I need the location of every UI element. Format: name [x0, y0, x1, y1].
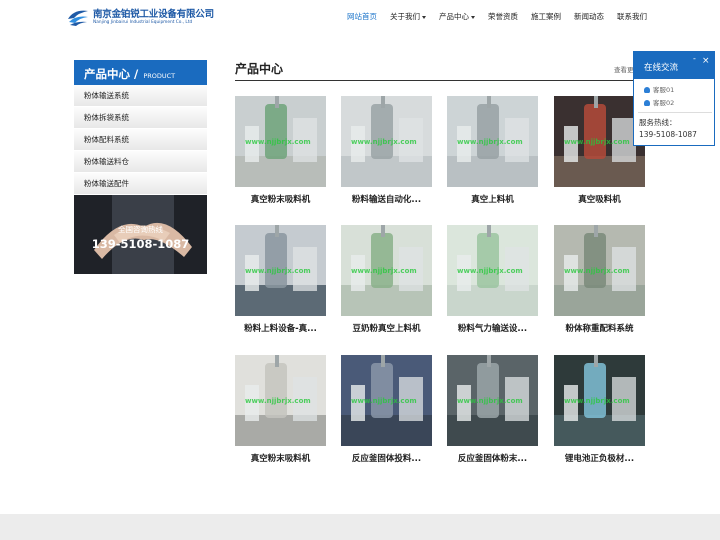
nav-item-news[interactable]: 新闻动态	[574, 11, 604, 22]
photo-watermark: www.njjbrjx.com	[351, 138, 417, 146]
product-name[interactable]: 锂电池正负极材...	[554, 452, 645, 464]
product-photo[interactable]: www.njjbrjx.com	[554, 355, 645, 446]
product-card[interactable]: www.njjbrjx.com 锂电池正负极材...	[554, 355, 645, 464]
logo-swirl-icon	[68, 10, 88, 26]
sidebar-item-conveying[interactable]: 粉体输送系统	[74, 85, 207, 107]
nav-item-home[interactable]: 网站首页	[347, 11, 377, 22]
photo-watermark: www.njjbrjx.com	[351, 397, 417, 405]
close-icon[interactable]: ×	[702, 56, 710, 66]
photo-watermark: www.njjbrjx.com	[245, 397, 311, 405]
sidebar-title: 产品中心 / PRODUCT	[74, 60, 207, 85]
product-photo[interactable]: www.njjbrjx.com	[235, 96, 326, 187]
company-logo[interactable]: 南京金铂锐工业设备有限公司 Nanjing Jinbairui Industri…	[66, 4, 216, 28]
sidebar-title-cn: 产品中心 /	[84, 67, 139, 81]
product-photo[interactable]: www.njjbrjx.com	[341, 355, 432, 446]
chat-divider	[638, 112, 712, 113]
title-divider	[235, 80, 645, 81]
photo-watermark: www.njjbrjx.com	[245, 138, 311, 146]
product-photo[interactable]: www.njjbrjx.com	[341, 225, 432, 316]
product-card[interactable]: www.njjbrjx.com 粉体称重配料系统	[554, 225, 645, 334]
product-name[interactable]: 反应釜固体投料...	[341, 452, 432, 464]
product-card[interactable]: www.njjbrjx.com 豆奶粉真空上料机	[341, 225, 432, 334]
product-name[interactable]: 粉体称重配料系统	[554, 322, 645, 334]
product-name[interactable]: 真空吸料机	[554, 193, 645, 205]
agent-icon	[644, 100, 650, 106]
product-name[interactable]: 粉料气力输送设...	[447, 322, 538, 334]
hotline-number[interactable]: 139-5108-1087	[74, 237, 207, 251]
service-hotline-label: 服务热线：	[639, 118, 677, 127]
company-name-en: Nanjing Jinbairui Industrial Equipment C…	[93, 20, 193, 25]
sidebar-item-bag-unloading[interactable]: 粉体拆袋系统	[74, 107, 207, 129]
photo-watermark: www.njjbrjx.com	[564, 138, 630, 146]
product-photo[interactable]: www.njjbrjx.com	[235, 225, 326, 316]
product-card[interactable]: www.njjbrjx.com 真空粉末吸料机	[235, 355, 326, 464]
product-photo[interactable]: www.njjbrjx.com	[447, 96, 538, 187]
service-agent-2[interactable]: 客服02	[644, 97, 674, 107]
sidebar-title-en: PRODUCT	[143, 72, 176, 80]
nav-item-products[interactable]: 产品中心	[439, 11, 475, 22]
photo-watermark: www.njjbrjx.com	[351, 267, 417, 275]
online-chat-panel: 在线交流 - × 客服01 客服02 服务热线： 139-5108-1087	[633, 51, 715, 146]
view-more-link[interactable]: 查看更多	[614, 64, 634, 74]
photo-watermark: www.njjbrjx.com	[245, 267, 311, 275]
nav-item-cases[interactable]: 施工案例	[531, 11, 561, 22]
sidebar-item-silo[interactable]: 粉体输送料仓	[74, 151, 207, 173]
service-hotline-number[interactable]: 139-5108-1087	[639, 130, 697, 139]
product-photo[interactable]: www.njjbrjx.com	[447, 225, 538, 316]
product-card[interactable]: www.njjbrjx.com 真空上料机	[447, 96, 538, 205]
product-photo[interactable]: www.njjbrjx.com	[554, 96, 645, 187]
product-card[interactable]: www.njjbrjx.com 粉料气力输送设...	[447, 225, 538, 334]
product-photo[interactable]: www.njjbrjx.com	[235, 355, 326, 446]
page-title: 产品中心	[235, 62, 284, 76]
chat-title: 在线交流	[644, 63, 679, 73]
sidebar: 产品中心 / PRODUCT 粉体输送系统 粉体拆袋系统 粉体配料系统 粉体输送…	[74, 60, 207, 274]
service-agent-1[interactable]: 客服01	[644, 84, 674, 94]
product-name[interactable]: 真空粉末吸料机	[235, 193, 326, 205]
product-name[interactable]: 反应釜固体粉末...	[447, 452, 538, 464]
photo-watermark: www.njjbrjx.com	[564, 397, 630, 405]
minimize-icon[interactable]: -	[693, 54, 696, 63]
product-photo[interactable]: www.njjbrjx.com	[554, 225, 645, 316]
company-name-cn: 南京金铂锐工业设备有限公司	[93, 9, 214, 20]
product-card[interactable]: www.njjbrjx.com 粉料输送自动化...	[341, 96, 432, 205]
product-name[interactable]: 豆奶粉真空上料机	[341, 322, 432, 334]
product-card[interactable]: www.njjbrjx.com 粉料上料设备-真...	[235, 225, 326, 334]
agent-icon	[644, 87, 650, 93]
sidebar-hotline-banner: 全国咨询热线 139-5108-1087	[74, 195, 207, 274]
chevron-down-icon	[471, 15, 475, 19]
product-name[interactable]: 真空上料机	[447, 193, 538, 205]
photo-watermark: www.njjbrjx.com	[457, 138, 523, 146]
sidebar-item-accessories[interactable]: 粉体输送配件	[74, 173, 207, 195]
sidebar-category-list: 粉体输送系统 粉体拆袋系统 粉体配料系统 粉体输送料仓 粉体输送配件	[74, 85, 207, 195]
product-photo[interactable]: www.njjbrjx.com	[447, 355, 538, 446]
nav-item-contact[interactable]: 联系我们	[617, 11, 647, 22]
footer	[0, 514, 720, 540]
product-card[interactable]: www.njjbrjx.com 真空吸料机	[554, 96, 645, 205]
product-photo[interactable]: www.njjbrjx.com	[341, 96, 432, 187]
photo-watermark: www.njjbrjx.com	[457, 267, 523, 275]
product-name[interactable]: 粉料上料设备-真...	[235, 322, 326, 334]
product-card[interactable]: www.njjbrjx.com 反应釜固体投料...	[341, 355, 432, 464]
nav-item-about[interactable]: 关于我们	[390, 11, 426, 22]
hotline-label: 全国咨询热线	[118, 225, 163, 234]
product-name[interactable]: 粉料输送自动化...	[341, 193, 432, 205]
nav-item-honors[interactable]: 荣誉资质	[488, 11, 518, 22]
site-header: 南京金铂锐工业设备有限公司 Nanjing Jinbairui Industri…	[0, 0, 720, 32]
chevron-down-icon	[422, 15, 426, 19]
sidebar-item-batching[interactable]: 粉体配料系统	[74, 129, 207, 151]
product-card[interactable]: www.njjbrjx.com 真空粉末吸料机	[235, 96, 326, 205]
product-name[interactable]: 真空粉末吸料机	[235, 452, 326, 464]
photo-watermark: www.njjbrjx.com	[564, 267, 630, 275]
photo-watermark: www.njjbrjx.com	[457, 397, 523, 405]
product-card[interactable]: www.njjbrjx.com 反应釜固体粉末...	[447, 355, 538, 464]
